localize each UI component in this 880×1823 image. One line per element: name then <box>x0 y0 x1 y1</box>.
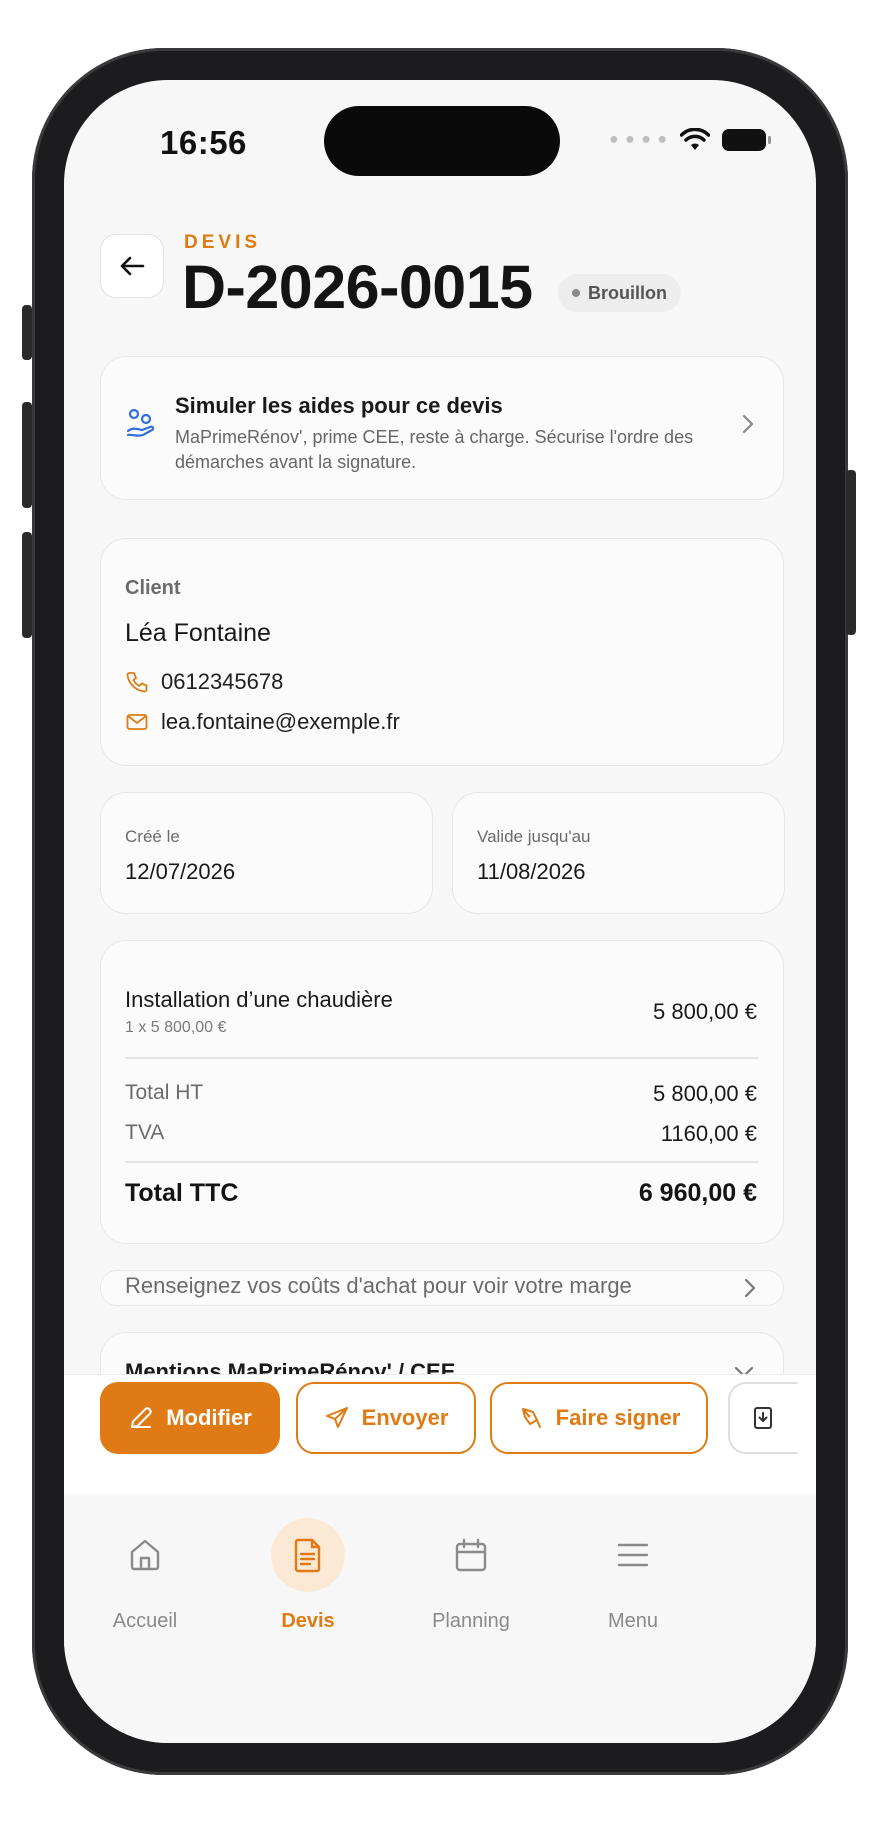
valid-until-card: Valide jusqu'au 11/08/2026 <box>452 792 785 914</box>
status-icons: ● ● ● ● <box>609 128 771 152</box>
tab-menu[interactable]: Menu <box>558 1518 708 1633</box>
total-ttc-value: 6 960,00 € <box>638 1179 757 1207</box>
client-email-row[interactable]: lea.fontaine@exemple.fr <box>125 709 400 735</box>
client-name: Léa Fontaine <box>125 619 271 647</box>
client-email: lea.fontaine@exemple.fr <box>161 709 400 734</box>
document-icon <box>271 1518 345 1592</box>
download-icon <box>754 1407 772 1429</box>
phone-icon <box>126 672 148 693</box>
chevron-right-icon <box>744 1278 756 1298</box>
tab-label: Planning <box>432 1610 510 1632</box>
page-kicker: DEVIS <box>184 232 262 253</box>
tab-devis[interactable]: Devis <box>233 1518 383 1633</box>
hand-coins-icon <box>126 408 155 437</box>
tab-planning[interactable]: Planning <box>396 1518 546 1633</box>
request-signature-label: Faire signer <box>555 1405 681 1430</box>
send-icon <box>325 1407 348 1428</box>
divider <box>125 1057 759 1059</box>
download-button[interactable] <box>728 1382 798 1454</box>
margin-hint-text: Renseignez vos coûts d'achat pour voir v… <box>125 1273 632 1298</box>
page-title: D-2026-0015 <box>182 253 533 321</box>
send-button-label: Envoyer <box>361 1405 449 1430</box>
menu-icon <box>596 1518 670 1592</box>
signal-icon: ● ● ● ● <box>609 131 668 148</box>
simulate-aids-title: Simuler les aides pour ce devis <box>175 393 503 418</box>
chevron-right-icon <box>742 414 754 434</box>
status-time: 16:56 <box>160 124 247 161</box>
created-date-value: 12/07/2026 <box>125 859 236 884</box>
client-phone: 0612345678 <box>161 669 284 694</box>
home-icon <box>108 1518 182 1592</box>
arrow-left-icon <box>120 256 145 276</box>
modify-button-label: Modifier <box>166 1405 252 1430</box>
created-date-label: Créé le <box>125 827 180 846</box>
line-item-name: Installation d’une chaudière <box>125 987 393 1012</box>
status-dot <box>572 289 580 297</box>
volume-up-button <box>22 402 32 508</box>
tva-label: TVA <box>125 1121 165 1144</box>
tab-accueil[interactable]: Accueil <box>70 1518 220 1633</box>
valid-until-label: Valide jusqu'au <box>477 827 591 846</box>
simulate-aids-description: MaPrimeRénov', prime CEE, reste à charge… <box>175 427 694 472</box>
client-label: Client <box>125 577 181 599</box>
simulate-aids-card[interactable]: Simuler les aides pour ce devis MaPrimeR… <box>100 356 784 500</box>
client-card: Client Léa Fontaine 0612345678 lea.fonta… <box>100 538 784 766</box>
divider <box>125 1161 759 1163</box>
tab-label: Menu <box>607 1610 659 1632</box>
status-badge-label: Brouillon <box>588 282 667 303</box>
dynamic-island <box>324 106 560 176</box>
volume-down-button <box>22 532 32 638</box>
mute-switch <box>22 305 32 360</box>
margin-hint-link[interactable]: Renseignez vos coûts d'achat pour voir v… <box>100 1270 784 1306</box>
total-ttc-label: Total TTC <box>125 1179 239 1207</box>
tab-label: Accueil <box>112 1610 178 1632</box>
tva-value: 1160,00 € <box>660 1121 757 1146</box>
modify-button[interactable]: Modifier <box>100 1382 280 1454</box>
request-signature-button[interactable]: Faire signer <box>490 1382 708 1454</box>
totals-card: Installation d’une chaudière 1 x 5 800,0… <box>100 940 784 1244</box>
total-ht-value: 5 800,00 € <box>653 1081 757 1106</box>
wifi-icon <box>680 128 710 150</box>
line-item-quantity: 1 x 5 800,00 € <box>125 1019 227 1036</box>
pencil-icon <box>131 1407 152 1428</box>
mail-icon <box>126 714 148 730</box>
back-button[interactable] <box>100 234 164 298</box>
status-badge: Brouillon <box>558 274 681 312</box>
calendar-icon <box>434 1518 508 1592</box>
valid-until-value: 11/08/2026 <box>477 859 586 884</box>
send-button[interactable]: Envoyer <box>296 1382 476 1454</box>
total-ht-label: Total HT <box>125 1081 204 1104</box>
created-date-card: Créé le 12/07/2026 <box>100 792 433 914</box>
signature-pen-icon <box>521 1408 541 1428</box>
tab-label: Devis <box>281 1610 335 1632</box>
line-item-amount: 5 800,00 € <box>653 999 757 1024</box>
battery-icon <box>722 129 771 151</box>
power-button <box>846 470 856 635</box>
app-screen: 16:56 ● ● ● ● DEVIS D-2026-0015 Brouillo… <box>64 80 816 1743</box>
client-phone-row[interactable]: 0612345678 <box>125 669 283 695</box>
